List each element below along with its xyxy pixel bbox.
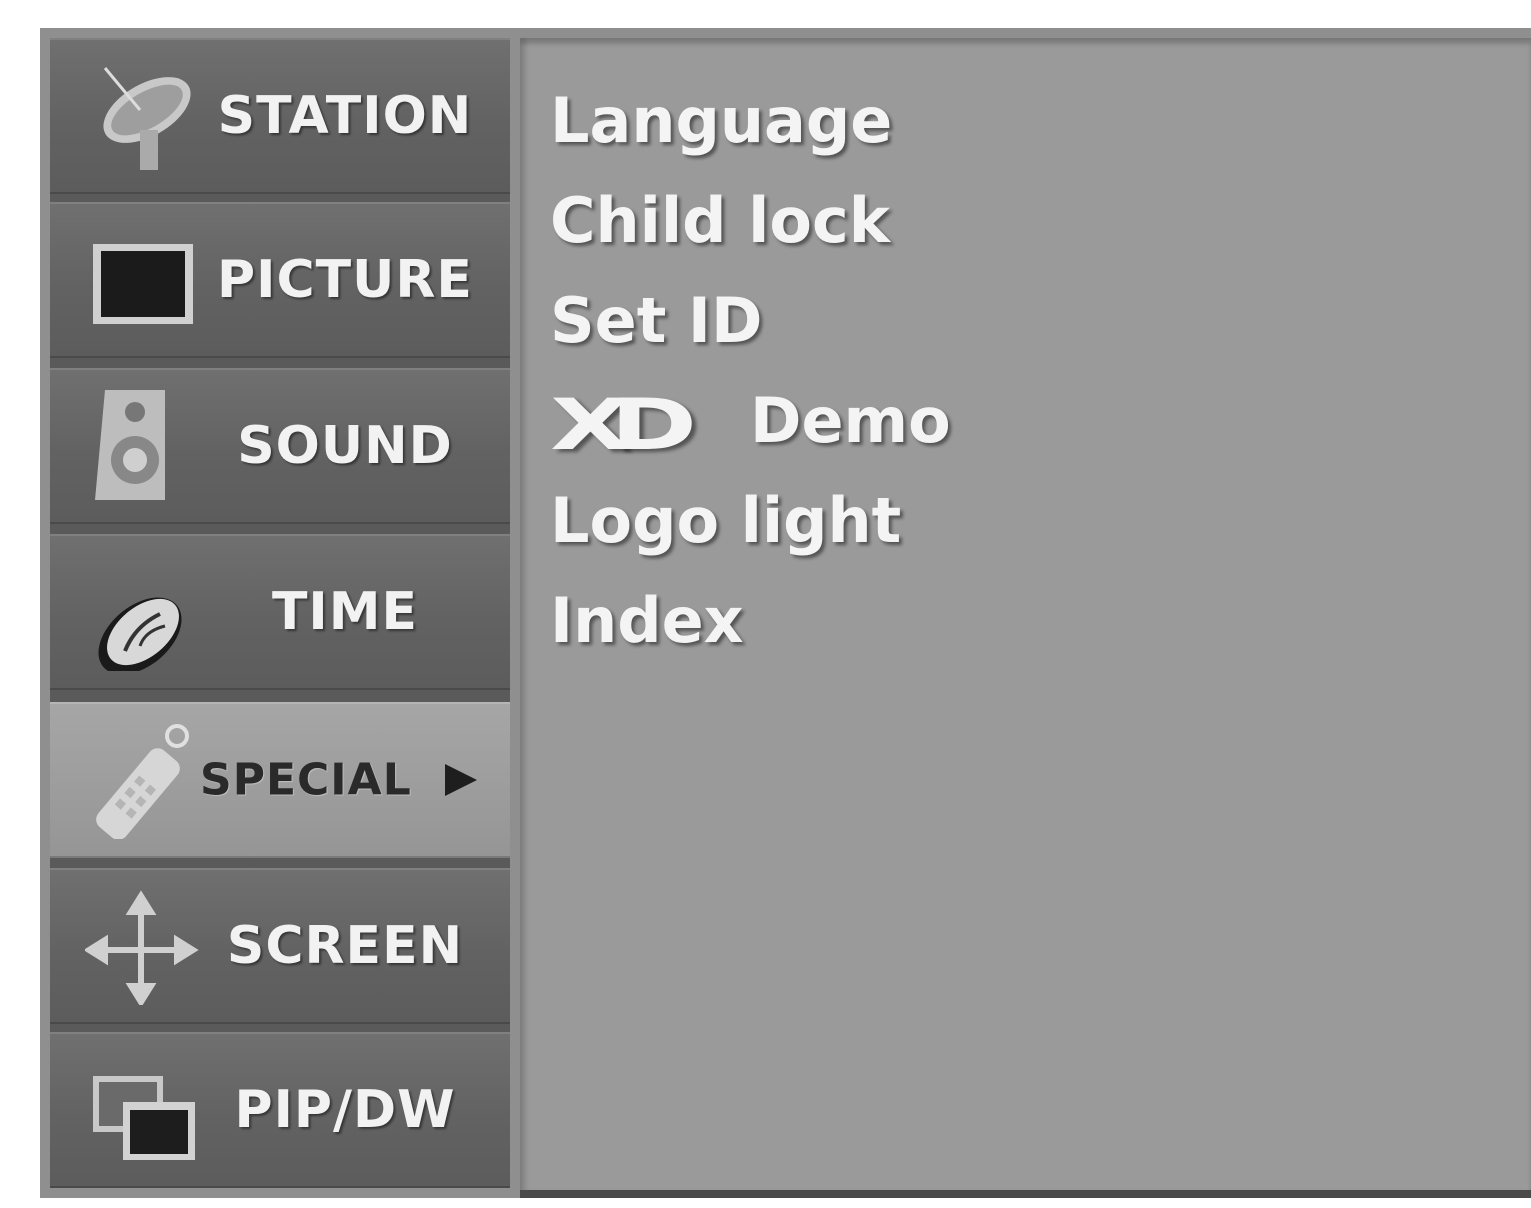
main-menu-sidebar: STATION PICTURE SOUND TIME SPECIAL SCREE… <box>50 38 510 1188</box>
menu-item-xd-demo-label: Demo <box>750 384 951 457</box>
satellite-dish-icon <box>103 67 191 170</box>
sidebar-item-label: STATION <box>217 86 473 146</box>
remote-control-icon <box>96 724 189 839</box>
picture-screen-icon <box>93 244 193 324</box>
move-arrows-icon <box>85 890 199 1005</box>
menu-item-language[interactable]: Language <box>550 76 892 166</box>
sidebar-item-picture[interactable]: PICTURE <box>50 202 510 358</box>
sidebar-item-label: TIME <box>271 582 419 642</box>
sidebar-item-pip-dw[interactable]: PIP/DW <box>50 1032 510 1188</box>
sidebar-item-label: SCREEN <box>226 916 464 976</box>
xd-logo: XD <box>550 383 697 466</box>
menu-item-logo-light[interactable]: Logo light <box>550 476 901 566</box>
menu-item-index[interactable]: Index <box>550 576 744 666</box>
sidebar-item-screen[interactable]: SCREEN <box>50 868 510 1024</box>
sidebar-item-label: PIP/DW <box>234 1080 456 1140</box>
menu-item-set-id[interactable]: Set ID <box>550 276 762 366</box>
sidebar-item-sound[interactable]: SOUND <box>50 368 510 524</box>
sidebar-item-label: SOUND <box>237 416 453 476</box>
speaker-icon <box>95 390 165 500</box>
submenu-arrow-icon <box>445 764 477 796</box>
sidebar-item-label: SPECIAL <box>200 754 412 806</box>
sidebar-item-label: PICTURE <box>217 250 473 310</box>
clock-icon <box>98 597 182 671</box>
pip-windows-icon <box>93 1076 195 1160</box>
sidebar-item-time[interactable]: TIME <box>50 534 510 690</box>
sidebar-item-special[interactable]: SPECIAL <box>50 702 510 858</box>
menu-item-xd-demo[interactable]: XD Demo <box>550 376 951 466</box>
tv-osd-menu: STATION PICTURE SOUND TIME SPECIAL SCREE… <box>40 28 1531 1198</box>
submenu-panel: Language Child lock Set ID XD Demo Logo l… <box>520 38 1531 1198</box>
sidebar-item-station[interactable]: STATION <box>50 38 510 194</box>
menu-item-child-lock[interactable]: Child lock <box>550 176 890 266</box>
